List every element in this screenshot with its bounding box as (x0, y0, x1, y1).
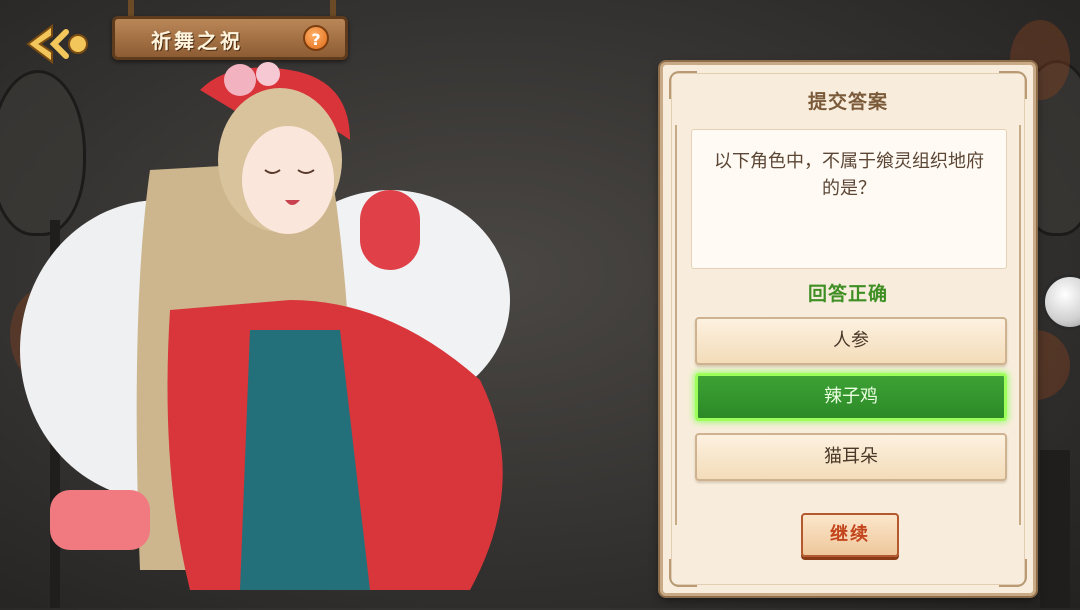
corner-ornament (999, 559, 1027, 587)
continue-button[interactable]: 继续 (801, 513, 899, 557)
help-button[interactable]: ? (303, 25, 329, 51)
answer-option[interactable]: 人参 (695, 317, 1007, 365)
side-ornament (1019, 125, 1021, 525)
panel-title: 提交答案 (807, 91, 888, 113)
side-orb-button[interactable] (1042, 274, 1080, 330)
corner-ornament (669, 559, 697, 587)
answer-option[interactable]: 猫耳朵 (695, 433, 1007, 481)
question-box: 以下角色中，不属于飨灵组织地府的是？ (691, 129, 1007, 269)
result-text: 回答正确 (807, 283, 888, 305)
side-ornament (675, 125, 677, 525)
answer-panel: 提交答案 以下角色中，不属于飨灵组织地府的是？ 回答正确 人参 辣子鸡 猫耳朵 … (660, 62, 1036, 596)
background-pole (1040, 450, 1070, 608)
answer-option-correct[interactable]: 辣子鸡 (695, 373, 1007, 421)
character-illustration (20, 62, 510, 590)
question-text: 以下角色中，不属于飨灵组织地府的是？ (714, 151, 984, 199)
